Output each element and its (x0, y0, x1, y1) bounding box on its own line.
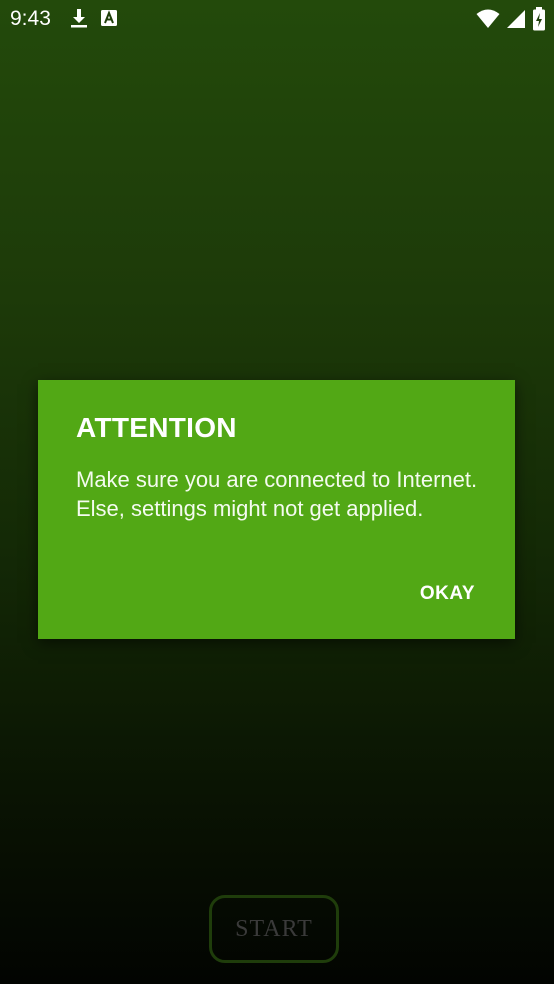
start-button[interactable]: START (209, 895, 339, 963)
text-a-icon (100, 9, 118, 32)
dialog-title: ATTENTION (76, 412, 237, 443)
status-bar: 9:43 (0, 0, 554, 38)
download-icon (70, 8, 88, 33)
dialog-message: Make sure you are connected to Internet.… (76, 467, 478, 521)
status-time: 9:43 (10, 7, 51, 30)
battery-icon (532, 7, 546, 36)
signal-icon (506, 9, 526, 34)
start-button-label: START (235, 915, 313, 942)
status-system-icons (476, 7, 546, 36)
attention-dialog: ATTENTION Make sure you are connected to… (38, 380, 515, 639)
status-notification-icons (70, 8, 118, 33)
wifi-icon (476, 9, 500, 34)
okay-button[interactable]: OKAY (420, 583, 475, 605)
